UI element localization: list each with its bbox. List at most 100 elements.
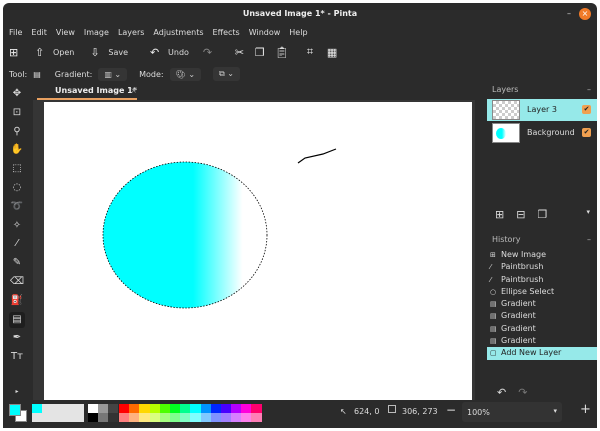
- history-item[interactable]: ⁄ Paintbrush: [487, 274, 597, 286]
- layer-visibility-checkbox[interactable]: ✔: [582, 105, 591, 114]
- zoom-out-button[interactable]: −: [446, 403, 456, 417]
- menu-image[interactable]: Image: [84, 25, 109, 41]
- copy-icon[interactable]: ❐: [255, 46, 269, 59]
- menu-window[interactable]: Window: [249, 25, 281, 41]
- add-layer-icon[interactable]: ⊞: [495, 208, 504, 221]
- undo-button[interactable]: ↶ Undo: [150, 46, 189, 59]
- layer-item[interactable]: Background ✔: [487, 122, 597, 144]
- history-item[interactable]: ○ Ellipse Select: [487, 286, 597, 298]
- menu-effects[interactable]: Effects: [213, 25, 240, 41]
- cut-icon[interactable]: ✂: [235, 46, 249, 59]
- palette-swatch[interactable]: [210, 404, 221, 413]
- palette-swatch[interactable]: [139, 404, 150, 413]
- history-item[interactable]: ▤ Gradient: [487, 298, 597, 310]
- palette-swatch[interactable]: [200, 404, 211, 413]
- deselect-icon[interactable]: ▦: [327, 46, 341, 59]
- palette-swatch[interactable]: [149, 404, 160, 413]
- move-selected-tool-icon[interactable]: ⊡: [9, 105, 25, 121]
- history-redo-icon[interactable]: ↷: [518, 386, 527, 399]
- crop-icon[interactable]: ⌗: [307, 45, 321, 59]
- layer-item[interactable]: Layer 3 ✔: [487, 99, 597, 121]
- redo-icon[interactable]: ↷: [203, 46, 217, 59]
- gradient-type-dropdown[interactable]: ▥ ⌄: [98, 67, 128, 81]
- history-item[interactable]: ▤ Gradient: [487, 310, 597, 322]
- move-selection-tool-icon[interactable]: ✥: [9, 86, 25, 102]
- palette-swatch[interactable]: [220, 404, 232, 413]
- palette-swatch[interactable]: [139, 413, 150, 422]
- palette-swatch[interactable]: [169, 404, 181, 413]
- minimize-button[interactable]: –: [563, 8, 575, 20]
- layer-visibility-checkbox[interactable]: ✔: [582, 128, 591, 137]
- magic-wand-tool-icon[interactable]: ✧: [9, 218, 25, 234]
- palette-swatch[interactable]: [241, 404, 252, 413]
- layer-menu-icon[interactable]: ▾: [586, 208, 590, 221]
- text-tool-icon[interactable]: Tт: [9, 349, 25, 365]
- recent-colors[interactable]: [32, 404, 84, 422]
- ellipse-select-tool-icon[interactable]: ◌: [9, 180, 25, 196]
- palette-swatch[interactable]: [200, 413, 211, 422]
- palette-swatch[interactable]: [251, 404, 262, 413]
- zoom-in-button[interactable]: +: [580, 402, 591, 417]
- color-palette[interactable]: [119, 404, 262, 422]
- zoom-input[interactable]: 100% ▾: [462, 402, 562, 422]
- duplicate-layer-icon[interactable]: ❐: [537, 208, 547, 221]
- gradient-tool-icon[interactable]: ▤: [9, 311, 25, 328]
- image-canvas[interactable]: [33, 100, 483, 400]
- tab-close-icon[interactable]: ×: [130, 82, 137, 100]
- paste-icon[interactable]: 📋︎: [275, 46, 289, 59]
- blend-dropdown[interactable]: ⧉ ⌄: [213, 67, 240, 81]
- grayscale-palette[interactable]: [88, 404, 118, 422]
- menu-help[interactable]: Help: [289, 25, 307, 41]
- new-image-icon[interactable]: ⊞: [9, 46, 23, 59]
- history-item[interactable]: ▤ Gradient: [487, 323, 597, 335]
- palette-swatch[interactable]: [180, 413, 191, 422]
- palette-swatch[interactable]: [210, 413, 221, 422]
- palette-swatch[interactable]: [169, 413, 181, 422]
- open-button[interactable]: ⇧ Open: [35, 46, 74, 59]
- history-item[interactable]: ⊞ New Image: [487, 249, 597, 261]
- palette-swatch[interactable]: [190, 413, 201, 422]
- save-button[interactable]: ⇩ Save: [90, 46, 128, 59]
- palette-swatch[interactable]: [159, 404, 170, 413]
- palette-swatch[interactable]: [231, 404, 242, 413]
- history-item[interactable]: ⁄ Paintbrush: [487, 261, 597, 273]
- history-item[interactable]: ▤ Gradient: [487, 335, 597, 347]
- lasso-select-tool-icon[interactable]: ➰: [9, 199, 25, 215]
- delete-layer-icon[interactable]: ⊟: [516, 208, 525, 221]
- paintbrush-tool-icon[interactable]: ⁄: [9, 236, 25, 252]
- menu-adjustments[interactable]: Adjustments: [153, 25, 203, 41]
- layers-collapse-button[interactable]: –: [587, 82, 591, 98]
- palette-swatch[interactable]: [180, 404, 191, 413]
- palette-swatch[interactable]: [129, 404, 140, 413]
- primary-color-swatch[interactable]: [9, 404, 21, 416]
- color-picker-tool-icon[interactable]: ✒: [9, 330, 25, 346]
- history-item[interactable]: ▢ Add New Layer: [487, 347, 597, 360]
- menu-edit[interactable]: Edit: [31, 25, 47, 41]
- rectangle-select-tool-icon[interactable]: ⬚: [9, 161, 25, 177]
- vertical-scrollbar[interactable]: [475, 100, 483, 400]
- history-collapse-button[interactable]: –: [587, 232, 591, 248]
- palette-swatch[interactable]: [159, 413, 170, 422]
- palette-swatch[interactable]: [190, 404, 201, 413]
- palette-swatch[interactable]: [119, 413, 130, 422]
- zoom-dropdown-icon[interactable]: ▾: [553, 407, 557, 415]
- mode-dropdown[interactable]: 🎨︎ ⌄: [169, 67, 202, 81]
- menu-view[interactable]: View: [56, 25, 75, 41]
- paint-bucket-tool-icon[interactable]: ⛽: [9, 293, 25, 309]
- pencil-tool-icon[interactable]: ✎: [9, 255, 25, 271]
- zoom-tool-icon[interactable]: ⚲: [9, 124, 25, 140]
- palette-swatch[interactable]: [129, 413, 140, 422]
- palette-swatch[interactable]: [231, 413, 242, 422]
- pan-tool-icon[interactable]: ✋: [9, 142, 25, 158]
- palette-swatch[interactable]: [251, 413, 262, 422]
- menu-file[interactable]: File: [9, 25, 22, 41]
- tab-unsaved-image[interactable]: Unsaved Image 1* ×: [37, 82, 137, 100]
- expand-tools-icon[interactable]: ▸: [9, 384, 25, 400]
- history-undo-icon[interactable]: ↶: [497, 386, 506, 399]
- palette-swatch[interactable]: [119, 404, 130, 413]
- close-button[interactable]: ×: [579, 8, 591, 20]
- palette-swatch[interactable]: [149, 413, 160, 422]
- menu-layers[interactable]: Layers: [118, 25, 144, 41]
- palette-swatch[interactable]: [220, 413, 232, 422]
- palette-swatch[interactable]: [241, 413, 252, 422]
